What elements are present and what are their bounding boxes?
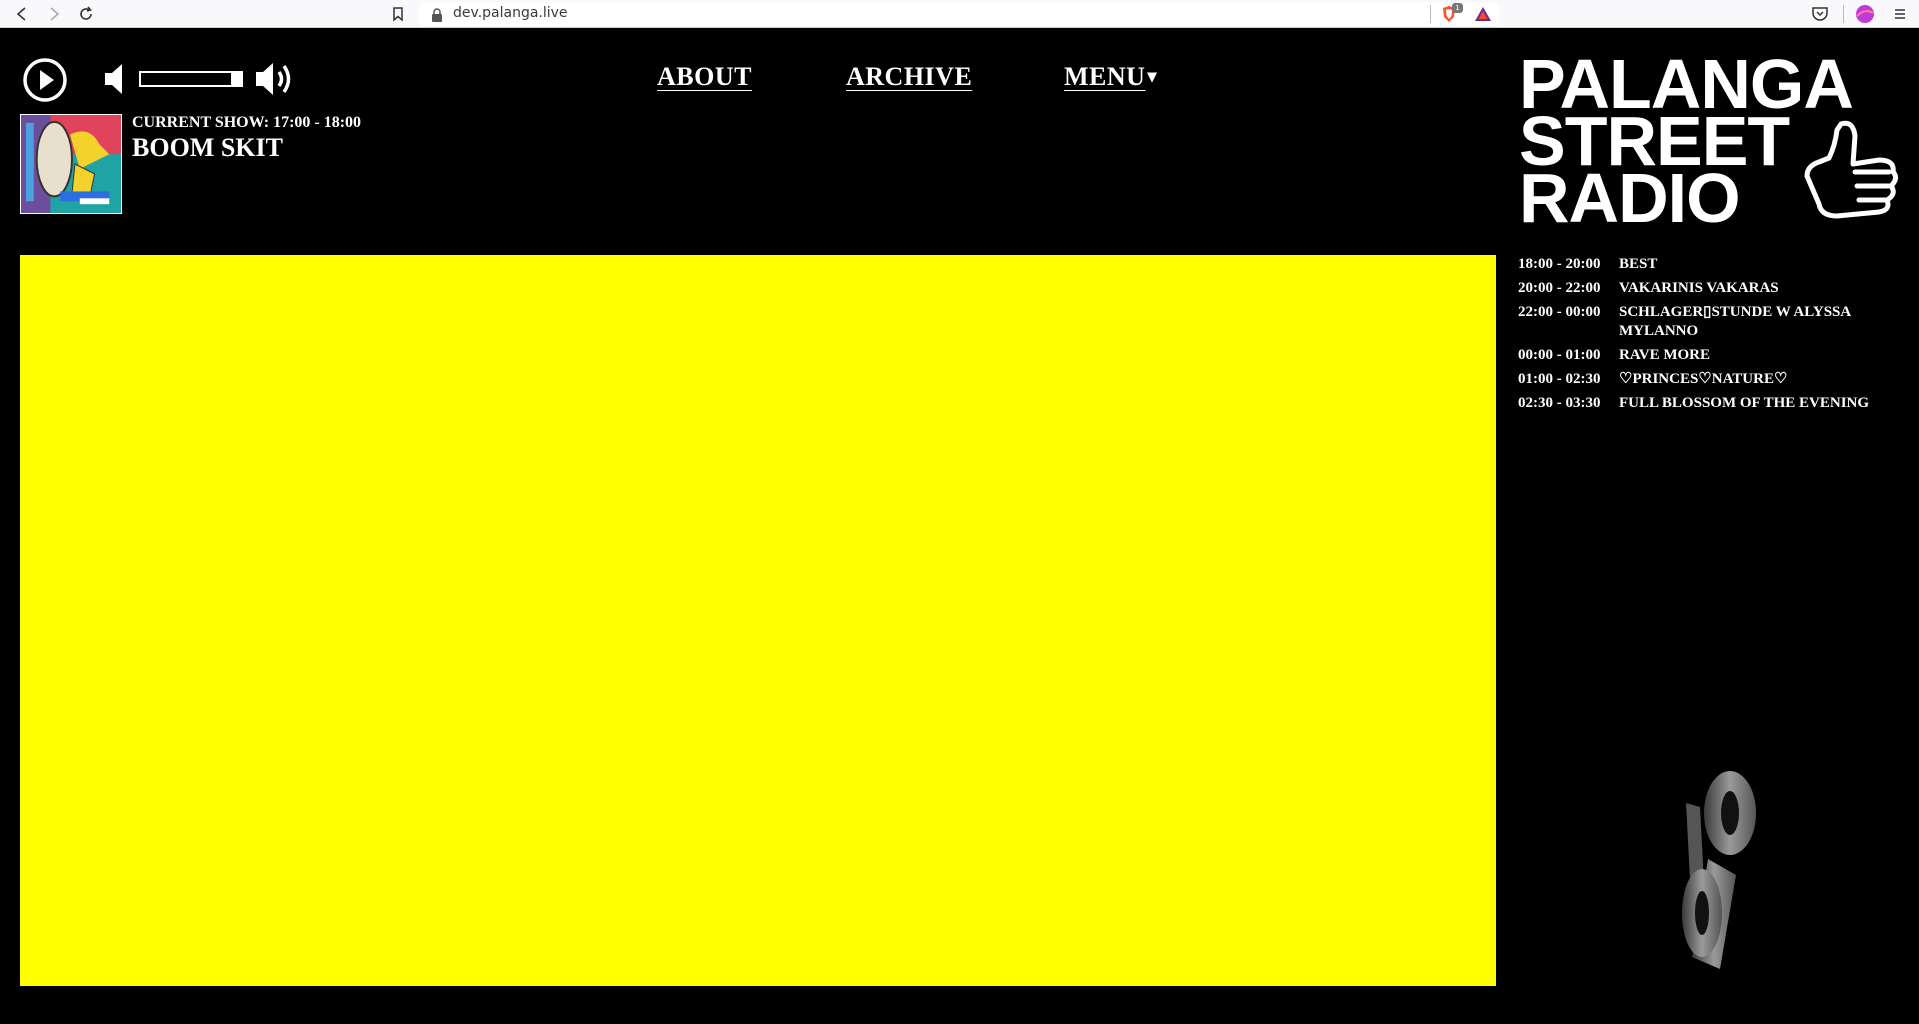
toolbar-divider xyxy=(1430,5,1431,23)
schedule-row[interactable]: 02:30 - 03:30 FULL BLOSSOM OF THE EVENING xyxy=(1518,394,1908,413)
schedule-time: 02:30 - 03:30 xyxy=(1518,395,1601,411)
thumbs-up-icon xyxy=(1797,116,1901,228)
schedule-row[interactable]: 18:00 - 20:00 BEST xyxy=(1518,255,1908,274)
play-button[interactable] xyxy=(22,57,68,103)
nav-menu-label: MENU xyxy=(1064,62,1146,91)
schedule-time: 22:00 - 00:00 xyxy=(1518,304,1601,320)
schedule-show-name: FULL BLOSSOM OF THE EVENING xyxy=(1619,395,1870,411)
volume-level xyxy=(141,73,209,85)
volume-thumb[interactable] xyxy=(231,71,241,87)
volume-slider[interactable] xyxy=(139,71,243,87)
percent-sign-3d-icon xyxy=(1678,763,1766,973)
forward-icon[interactable] xyxy=(44,4,64,24)
back-icon[interactable] xyxy=(12,4,32,24)
profile-avatar-icon[interactable] xyxy=(1855,4,1875,24)
current-show-label: CURRENT SHOW: 17:00 - 18:00 xyxy=(132,114,362,131)
schedule-time: 00:00 - 01:00 xyxy=(1518,347,1601,363)
schedule-show-name: VAKARINIS VAKARAS xyxy=(1619,280,1779,296)
url-text: dev.palanga.live xyxy=(453,5,568,21)
caret-down-icon: ▾ xyxy=(1147,66,1157,86)
schedule-row[interactable]: 22:00 - 00:00 SCHLAGER▯STUNDE W ALYSSA MY… xyxy=(1518,303,1908,341)
pocket-icon[interactable] xyxy=(1810,4,1830,24)
shield-count-badge: 1 xyxy=(1452,3,1463,13)
main-content-panel xyxy=(20,255,1496,986)
schedule-time: 20:00 - 22:00 xyxy=(1518,280,1601,296)
browser-toolbar: dev.palanga.live 1 xyxy=(0,0,1919,28)
schedule-time: 18:00 - 20:00 xyxy=(1518,256,1601,272)
schedule-row[interactable]: 00:00 - 01:00 RAVE MORE xyxy=(1518,346,1908,365)
palanga-street-radio-logo[interactable]: PALANGA STREET RADIO xyxy=(1519,49,1901,236)
volume-up-icon[interactable] xyxy=(254,58,296,100)
schedule-row[interactable]: 01:00 - 02:30 ♡PRINCES♡NATURE♡ xyxy=(1518,370,1908,389)
play-icon xyxy=(23,58,67,102)
schedule-show-name: RAVE MORE xyxy=(1619,347,1710,363)
hamburger-menu-icon[interactable] xyxy=(1890,4,1910,24)
toolbar-divider xyxy=(1843,5,1844,23)
brave-shield-icon[interactable]: 1 xyxy=(1439,3,1463,24)
schedule-time: 01:00 - 02:30 xyxy=(1518,371,1601,387)
bookmark-icon[interactable] xyxy=(388,4,408,24)
nav-menu-dropdown[interactable]: MENU ▾ xyxy=(1064,62,1157,92)
mute-icon[interactable] xyxy=(103,62,129,96)
schedule-show-name: BEST xyxy=(1619,256,1658,272)
brave-rewards-icon[interactable] xyxy=(1473,4,1493,24)
reload-icon[interactable] xyxy=(76,4,96,24)
nav-about-link[interactable]: ABOUT xyxy=(657,62,752,92)
nav-archive-link[interactable]: ARCHIVE xyxy=(846,62,972,92)
schedule-show-name: SCHLAGER▯STUNDE W ALYSSA MYLANNO xyxy=(1619,304,1851,339)
lock-icon xyxy=(431,7,443,22)
address-bar[interactable]: dev.palanga.live xyxy=(419,2,1499,26)
current-show-title: BOOM SKIT xyxy=(132,133,283,162)
schedule-show-name: ♡PRINCES♡NATURE♡ xyxy=(1619,371,1788,387)
schedule-row[interactable]: 20:00 - 22:00 VAKARINIS VAKARAS xyxy=(1518,279,1908,298)
current-show-artwork xyxy=(20,114,122,214)
schedule-list: 18:00 - 20:00 BEST 20:00 - 22:00 VAKARINIS… xyxy=(1518,255,1908,418)
